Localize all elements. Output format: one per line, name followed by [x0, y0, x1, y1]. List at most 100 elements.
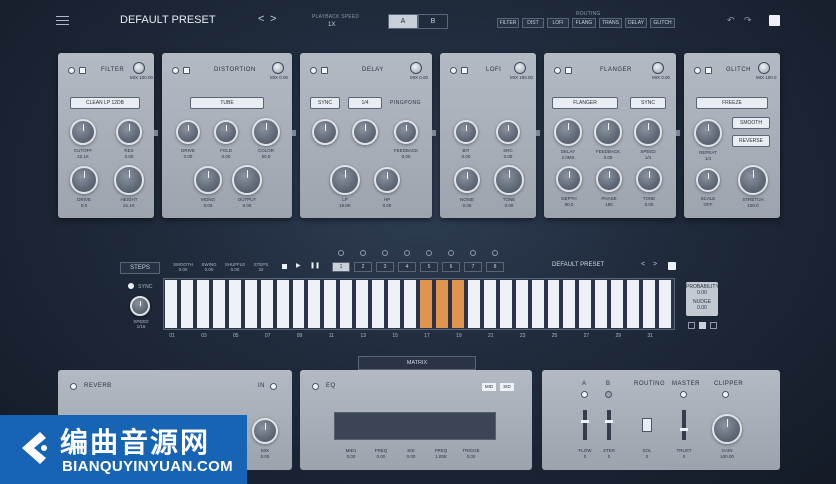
distortion-type-select[interactable]: TUBE: [190, 97, 264, 109]
pattern-dot[interactable]: [404, 250, 410, 256]
filter-mix-knob[interactable]: [133, 62, 145, 74]
eq-display[interactable]: [334, 412, 496, 440]
order-filter-button[interactable]: FILTER: [497, 18, 519, 28]
pattern-button-3[interactable]: 3: [376, 262, 394, 272]
order-lofi-button[interactable]: LOFI: [547, 18, 569, 28]
delay-width-knob[interactable]: [352, 119, 378, 145]
slider-master[interactable]: [682, 410, 686, 440]
order-glitch-button[interactable]: GLITCH: [650, 18, 675, 28]
distortion-drive-knob[interactable]: [176, 120, 200, 144]
step-bar[interactable]: [404, 280, 419, 328]
step-bar[interactable]: [467, 280, 483, 328]
master-gain-knob[interactable]: [712, 414, 742, 444]
lofi-noise-knob[interactable]: [454, 167, 480, 193]
seq-play-icon[interactable]: ▶: [296, 262, 301, 269]
step-bar[interactable]: [563, 280, 579, 328]
pattern-dot[interactable]: [492, 250, 498, 256]
flanger-speed-knob[interactable]: [634, 118, 662, 146]
seq-sync-toggle[interactable]: [128, 283, 134, 289]
pattern-dot[interactable]: [470, 250, 476, 256]
step-bar[interactable]: [244, 280, 260, 328]
filter-power-button[interactable]: [68, 67, 75, 74]
lofi-tone-knob[interactable]: [494, 165, 524, 195]
reverb-power-button[interactable]: [70, 383, 77, 390]
ab-b-button[interactable]: B: [418, 14, 448, 29]
delay-pingpong-button[interactable]: PINGPONG: [390, 100, 421, 106]
menu-icon[interactable]: [56, 16, 69, 26]
matrix-tab[interactable]: MATRIX: [358, 356, 476, 370]
lofi-power-button[interactable]: [450, 67, 457, 74]
distortion-fold-knob[interactable]: [214, 120, 238, 144]
filter-drive-knob[interactable]: [70, 166, 98, 194]
seq-shuffle-param[interactable]: SHUFFLE 0.00: [222, 262, 248, 272]
step-bar-grid[interactable]: [163, 278, 675, 330]
redo-icon[interactable]: ↷: [744, 15, 752, 26]
filter-height-knob[interactable]: [114, 165, 144, 195]
order-delay-button[interactable]: DELAY: [625, 18, 647, 28]
master-master-toggle[interactable]: [680, 391, 687, 398]
playback-speed-value[interactable]: 1X: [328, 22, 335, 28]
delay-mix-knob[interactable]: [410, 62, 422, 74]
glitch-mode-select[interactable]: FREEZE: [696, 97, 768, 109]
flanger-power-button[interactable]: [554, 67, 561, 74]
reverb-in-toggle[interactable]: [270, 383, 277, 390]
eq-param-label[interactable]: TRIGGE 0.00: [451, 448, 491, 459]
undo-icon[interactable]: ↶: [727, 15, 735, 26]
step-bar[interactable]: [611, 280, 627, 328]
pattern-dot[interactable]: [360, 250, 366, 256]
step-bar[interactable]: [483, 280, 499, 328]
delay-hp-knob[interactable]: [374, 167, 400, 193]
step-bar[interactable]: [308, 280, 324, 328]
step-bar[interactable]: [420, 280, 435, 328]
master-b-toggle[interactable]: [605, 391, 612, 398]
seq-next-button[interactable]: >: [653, 261, 657, 268]
step-bar[interactable]: [659, 280, 674, 328]
step-bar[interactable]: [372, 280, 388, 328]
step-bar[interactable]: [435, 280, 451, 328]
glitch-smooth-button[interactable]: SMOOTH: [732, 117, 770, 129]
filter-res-knob[interactable]: [116, 119, 142, 145]
slider-a-cap[interactable]: [581, 420, 589, 423]
flanger-mix-knob[interactable]: [652, 62, 664, 74]
pattern-dot[interactable]: [338, 250, 344, 256]
step-bar[interactable]: [356, 280, 372, 328]
step-bar[interactable]: [643, 280, 659, 328]
seq-swing-param[interactable]: SWING 0.00: [196, 262, 222, 272]
step-bar[interactable]: [276, 280, 292, 328]
flanger-mode-select[interactable]: FLANGER: [552, 97, 618, 109]
delay-sync-button[interactable]: SYNC: [310, 97, 340, 109]
distortion-mono-knob[interactable]: [194, 166, 222, 194]
seq-dice-icon[interactable]: [668, 262, 676, 270]
glitch-repeat-knob[interactable]: [694, 119, 722, 147]
step-bar[interactable]: [180, 280, 196, 328]
master-a-toggle[interactable]: [581, 391, 588, 398]
pattern-button-8[interactable]: 8: [486, 262, 504, 272]
distortion-color-knob[interactable]: [252, 118, 280, 146]
eq-power-button[interactable]: [312, 383, 319, 390]
glitch-reverse-button[interactable]: REVERSE: [732, 135, 770, 147]
delay-power-button[interactable]: [310, 67, 317, 74]
delay-time-knob[interactable]: [312, 119, 338, 145]
ab-a-button[interactable]: A: [388, 14, 418, 29]
glitch-mix-knob[interactable]: [758, 62, 770, 74]
order-dist-button[interactable]: DIST: [522, 18, 544, 28]
step-bar[interactable]: [531, 280, 547, 328]
step-bar[interactable]: [260, 280, 276, 328]
probability-panel[interactable]: PROBABILITY 0.00 NUDGE 0.00: [686, 282, 719, 316]
seq-steps-param[interactable]: STEPS 32: [248, 262, 274, 272]
pattern-button-5[interactable]: 5: [420, 262, 438, 272]
filter-cutoff-knob[interactable]: [70, 119, 96, 145]
seq-stop-icon[interactable]: [282, 264, 287, 269]
seq-prev-button[interactable]: <: [641, 261, 645, 268]
lofi-src-knob[interactable]: [496, 120, 520, 144]
distortion-output-knob[interactable]: [232, 165, 262, 195]
prev-preset-button[interactable]: <: [258, 13, 264, 25]
seq-mode-icon[interactable]: [699, 322, 706, 329]
eq-mid-tag[interactable]: MID: [482, 383, 496, 391]
flanger-depth-knob[interactable]: [556, 166, 582, 192]
seq-mode-icon[interactable]: [688, 322, 695, 329]
flanger-feedback-knob[interactable]: [594, 118, 622, 146]
slider-master-cap[interactable]: [680, 428, 688, 431]
distortion-dice-icon[interactable]: [183, 67, 190, 74]
master-clipper-toggle[interactable]: [722, 391, 729, 398]
